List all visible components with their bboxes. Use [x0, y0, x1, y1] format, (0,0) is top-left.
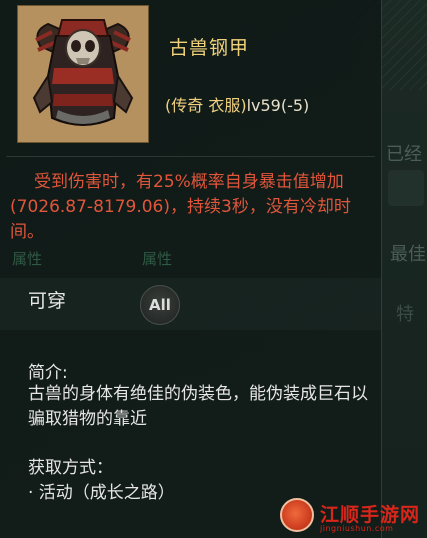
class-badge-all: All: [140, 285, 180, 325]
source-title: 获取方式：: [28, 458, 113, 478]
item-quality: (传奇 衣服): [165, 96, 247, 115]
background-already-label: 已经: [386, 144, 422, 165]
description-title: 简介:: [28, 363, 68, 383]
item-tooltip: 古兽钢甲 (传奇 衣服)lv59(-5) 受到伤害时，有25%概率自身暴击值增加…: [0, 0, 382, 538]
background-te-label: 特: [396, 304, 414, 325]
item-name: 古兽钢甲: [169, 37, 250, 59]
background-best-label: 最佳: [390, 244, 426, 265]
watermark-title: 江顺手游网: [320, 504, 421, 526]
item-meta: (传奇 衣服)lv59(-5): [165, 92, 309, 116]
item-effect-text: 受到伤害时，有25%概率自身暴击值增加(7026.87-8179.06)，持续3…: [10, 172, 351, 242]
background-attr-label-2: 属性: [142, 250, 173, 268]
effect-box: 受到伤害时，有25%概率自身暴击值增加(7026.87-8179.06)，持续3…: [10, 170, 370, 245]
watermark-subtitle: jingniushun.com: [320, 524, 394, 533]
watermark: 江顺手游网 jingniushun.com: [280, 496, 427, 538]
chest-armor-icon: [18, 6, 148, 142]
item-level: lv59(-5): [246, 96, 310, 115]
divider: [6, 156, 375, 157]
item-header: 古兽钢甲 (传奇 衣服)lv59(-5): [0, 0, 381, 155]
background-attr-label: 属性: [12, 250, 43, 268]
background-slot-icon: [388, 170, 424, 206]
source-item: · 活动（成长之路）: [28, 483, 175, 503]
item-icon-frame: [17, 5, 149, 143]
wearable-label: 可穿: [28, 290, 67, 312]
description-text: 古兽的身体有绝佳的伪装色，能伪装成巨石以骗取猎物的靠近: [28, 384, 368, 429]
wearable-row: 可穿 All: [0, 278, 381, 330]
watermark-logo-icon: [280, 498, 314, 532]
